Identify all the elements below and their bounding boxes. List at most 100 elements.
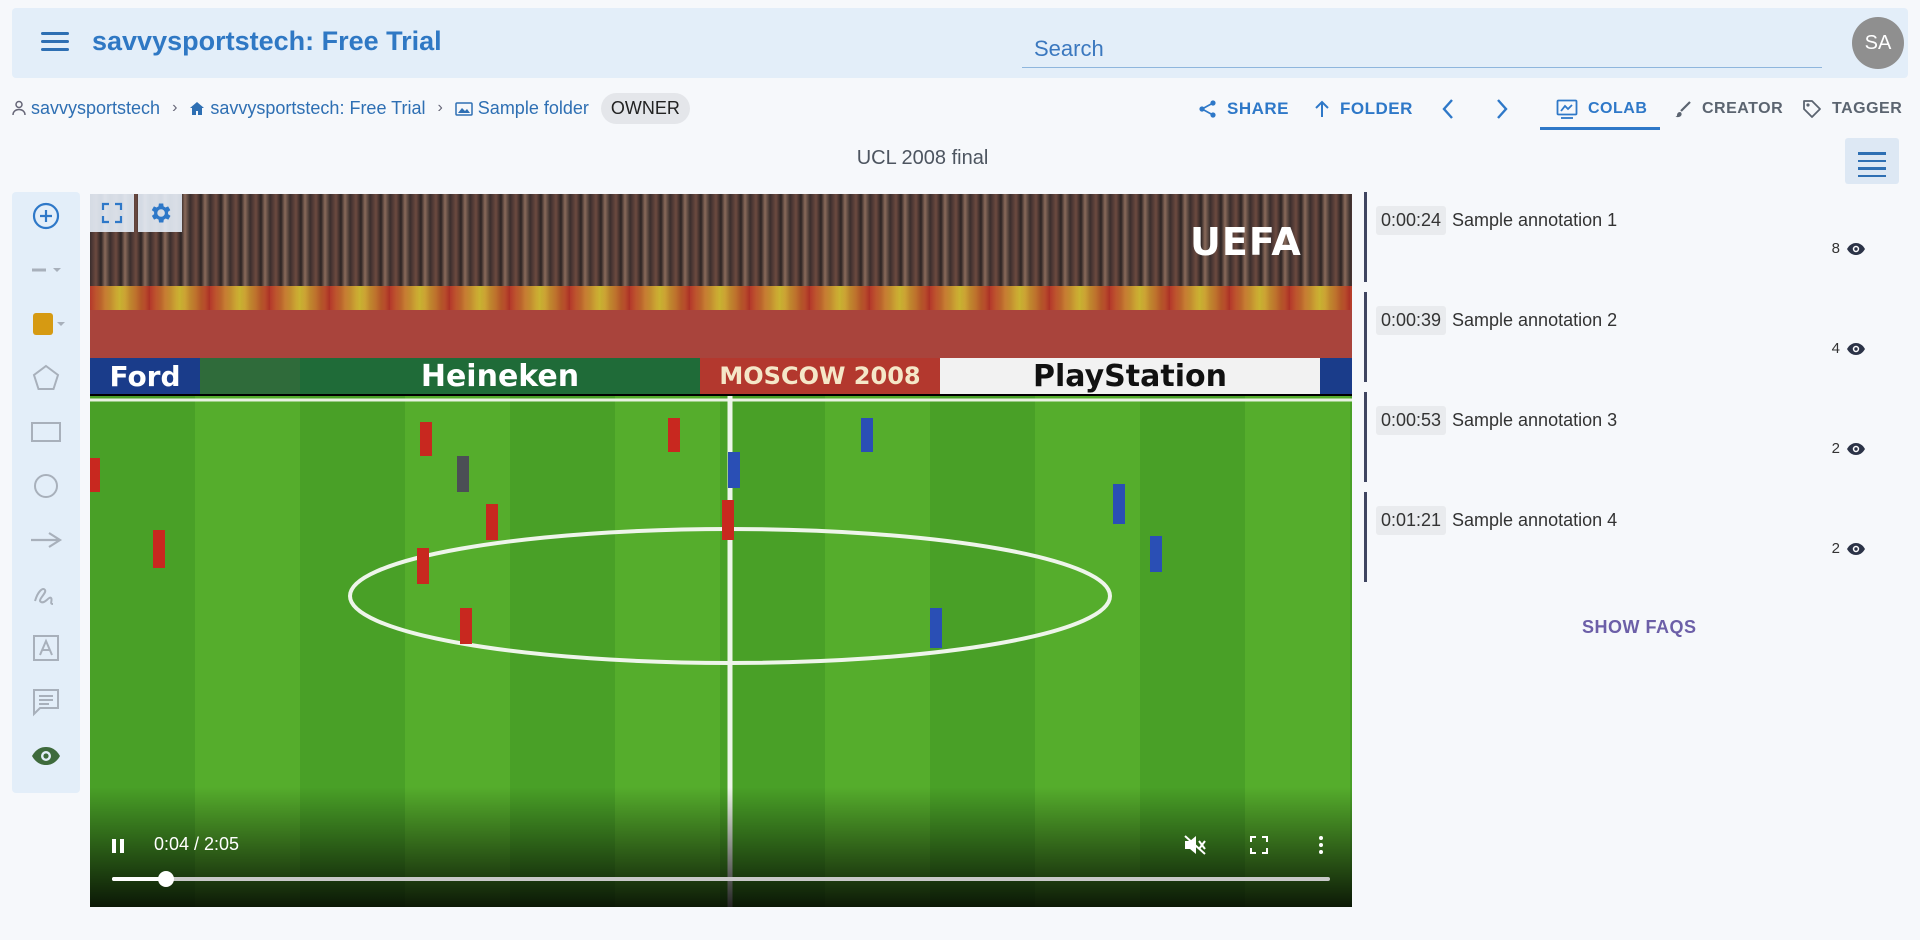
annotation-timestamp[interactable]: 0:00:39 [1376,306,1447,335]
ad-board-spacer [1320,358,1352,394]
eye-icon [1847,242,1865,255]
tab-tagger[interactable]: TAGGER [1802,92,1902,126]
pause-button[interactable] [104,832,132,860]
owner-badge: OWNER [600,92,690,124]
share-icon [1199,100,1216,118]
share-label: SHARE [1227,99,1290,118]
previous-button[interactable] [1436,92,1460,126]
view-count: 2 [1831,540,1840,557]
annotation-item[interactable]: 0:01:21 Sample annotation 4 2 [1364,492,1884,582]
image-folder-icon [455,101,473,116]
comment-icon[interactable] [26,682,66,722]
video-player[interactable]: Ford Heineken MOSCOW 2008 PlayStation UE… [90,194,1352,907]
tab-label: TAGGER [1832,100,1903,117]
annotation-views: 8 [1832,240,1866,257]
ad-board: Ford [90,358,200,394]
folder-up-button[interactable]: FOLDER [1313,92,1413,126]
tab-label: COLAB [1588,100,1648,117]
ad-board-spacer [200,358,300,394]
annotation-timestamp[interactable]: 0:00:24 [1376,206,1447,235]
breadcrumb-label: savvysportstech [31,97,161,118]
settings-gear-icon[interactable] [138,194,182,232]
colab-icon [1556,99,1578,119]
line-style-icon[interactable] [26,250,66,290]
breadcrumb: savvysportstech › savvysportstech: Free … [12,92,690,124]
annotation-views: 2 [1832,440,1866,457]
pentagon-icon[interactable] [26,358,66,398]
breadcrumb-separator: › [437,99,443,116]
more-options-button[interactable] [1306,830,1336,860]
playback-time: 0:04 / 2:05 [154,834,240,854]
video-frame-track [90,310,1352,362]
view-count: 4 [1831,340,1840,357]
annotation-bar [1364,492,1367,582]
text-box-icon[interactable] [26,628,66,668]
list-view-toggle-icon[interactable] [1845,138,1899,184]
show-faqs-button[interactable]: SHOW FAQS [1582,617,1697,638]
next-button[interactable] [1490,92,1514,126]
annotation-label: Sample annotation 3 [1452,410,1618,430]
app-bar: savvysportstech: Free Trial SA [12,8,1908,78]
controls-gradient [90,787,1352,907]
annotation-item[interactable]: 0:00:53 Sample annotation 3 2 [1364,392,1884,482]
avatar[interactable]: SA [1852,17,1904,69]
broadcast-logo: UEFA [1190,220,1302,264]
annotation-views: 2 [1832,540,1866,557]
tab-colab[interactable]: COLAB [1556,92,1647,126]
freehand-icon[interactable] [26,574,66,614]
fullscreen-icon [1250,836,1268,854]
hamburger-menu-icon[interactable] [38,28,72,58]
fullscreen-toggle-icon[interactable] [90,194,134,232]
seek-thumb[interactable] [157,871,174,887]
annotation-bar [1364,192,1367,282]
drawing-tool-palette [12,192,80,793]
annotation-timestamp[interactable]: 0:00:53 [1376,406,1447,435]
breadcrumb-item-project[interactable]: savvysportstech: Free Trial [189,98,425,119]
color-swatch-icon[interactable] [26,304,66,344]
breadcrumb-label: savvysportstech: Free Trial [210,97,426,118]
video-frame-rail [90,286,1352,310]
mute-button[interactable] [1180,830,1210,860]
ad-board: Heineken [300,358,700,394]
eye-icon [1847,542,1865,555]
share-button[interactable]: SHARE [1198,92,1289,126]
volume-muted-icon [1184,835,1206,855]
person-icon [12,100,26,116]
active-tab-indicator [1540,127,1660,130]
view-count: 2 [1831,440,1840,457]
annotation-bar [1364,392,1367,482]
search-input[interactable] [1022,30,1822,68]
tab-label: CREATOR [1702,100,1784,117]
annotation-item[interactable]: 0:00:24 Sample annotation 1 8 [1364,192,1884,282]
app-title[interactable]: savvysportstech: Free Trial [92,26,442,57]
breadcrumb-item-folder[interactable]: Sample folder [455,98,589,119]
view-count: 8 [1831,240,1840,257]
breadcrumb-separator: › [172,99,178,116]
annotation-label: Sample annotation 4 [1452,510,1618,530]
chevron-left-icon [1442,99,1453,119]
eye-icon[interactable] [26,736,66,776]
breadcrumb-label: Sample folder [477,97,589,118]
add-circle-icon[interactable] [26,196,66,236]
annotation-views: 4 [1832,340,1866,357]
tag-icon [1803,100,1821,118]
brush-icon [1675,101,1691,118]
breadcrumb-item-org[interactable]: savvysportstech [12,98,160,119]
annotation-label: Sample annotation 2 [1452,310,1618,330]
annotation-label: Sample annotation 1 [1452,210,1618,230]
more-vertical-icon [1319,836,1323,854]
pause-icon [112,839,124,853]
circle-icon[interactable] [26,466,66,506]
seek-bar[interactable] [112,871,1330,887]
arrow-up-icon [1315,100,1329,117]
annotation-bar [1364,292,1367,382]
eye-icon [1847,342,1865,355]
video-title: UCL 2008 final [856,147,989,169]
arrow-icon[interactable] [26,520,66,560]
tab-creator[interactable]: CREATOR [1674,92,1783,126]
annotation-timestamp[interactable]: 0:01:21 [1376,506,1447,535]
player-fullscreen-button[interactable] [1244,830,1274,860]
annotation-item[interactable]: 0:00:39 Sample annotation 2 4 [1364,292,1884,382]
rectangle-icon[interactable] [26,412,66,452]
folder-label: FOLDER [1340,99,1413,118]
